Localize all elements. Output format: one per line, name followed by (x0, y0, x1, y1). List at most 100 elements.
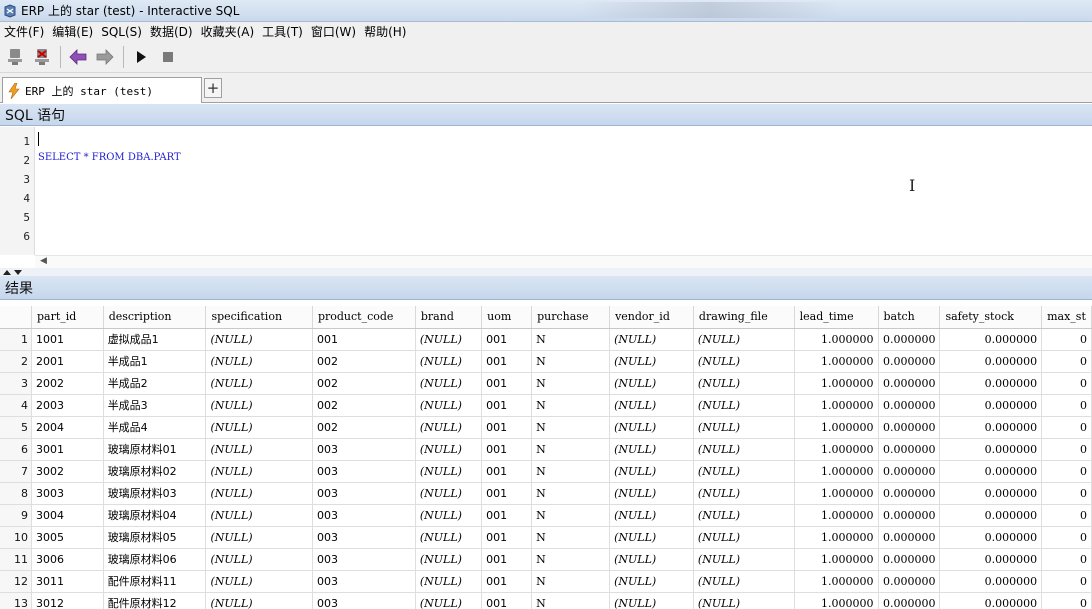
table-cell: (NULL) (609, 372, 694, 395)
menu-help[interactable]: 帮助(H) (360, 23, 410, 40)
table-cell: 0.000000 (939, 548, 1043, 571)
table-cell: (NULL) (415, 504, 483, 527)
column-header-brand[interactable]: brand (415, 306, 483, 329)
column-header-max-st[interactable]: max_st (1041, 306, 1092, 329)
table-cell: 002 (312, 394, 416, 417)
table-row[interactable]: 8 3003 玻璃原材料03 (NULL) 003 (NULL) 001 N (NULL) (NU… (0, 482, 1092, 505)
table-cell: 003 (312, 482, 416, 505)
back-button[interactable] (67, 46, 89, 68)
forward-button[interactable] (94, 46, 116, 68)
table-cell: (NULL) (205, 482, 313, 505)
sql-editor[interactable]: 1 2 3 4 5 6 SELECT * FROM DBA.PART (0, 127, 1092, 255)
execute-button[interactable] (130, 46, 152, 68)
table-row[interactable]: 1 1001 虚拟成品1 (NULL) 001 (NULL) 001 N (NULL) (NULL… (0, 328, 1092, 351)
menu-edit[interactable]: 编辑(E) (48, 23, 97, 40)
table-cell: 0.000000 (878, 328, 941, 351)
menu-favorites[interactable]: 收藏夹(A) (197, 23, 259, 40)
row-number-cell[interactable]: 9 (0, 504, 32, 527)
table-row[interactable]: 2 2001 半成品1 (NULL) 002 (NULL) 001 N (NULL) (NULL)… (0, 350, 1092, 373)
row-number-cell[interactable]: 10 (0, 526, 32, 549)
table-cell: (NULL) (609, 482, 694, 505)
row-number-cell[interactable]: 7 (0, 460, 32, 483)
results-grid[interactable]: part_id description specification product_c… (0, 306, 1092, 609)
table-cell: (NULL) (693, 328, 795, 351)
column-header-lead-time[interactable]: lead_time (794, 306, 879, 329)
row-number-cell[interactable]: 13 (0, 592, 32, 609)
table-cell: (NULL) (415, 438, 483, 461)
stop-button[interactable] (157, 46, 179, 68)
table-cell: 3004 (31, 504, 104, 527)
table-row[interactable]: 5 2004 半成品4 (NULL) 002 (NULL) 001 N (NULL) (NULL)… (0, 416, 1092, 439)
panel-splitter[interactable] (0, 268, 1092, 276)
table-cell: 3002 (31, 460, 104, 483)
tab-connection[interactable]: ERP 上的 star (test) (2, 77, 202, 103)
table-cell: 003 (312, 570, 416, 593)
table-cell: 虚拟成品1 (103, 328, 207, 351)
table-cell: N (531, 460, 611, 483)
menu-sql[interactable]: SQL(S) (97, 25, 146, 39)
row-number-cell[interactable]: 6 (0, 438, 32, 461)
table-row[interactable]: 13 3012 配件原材料12 (NULL) 003 (NULL) 001 N (NULL) (N… (0, 592, 1092, 609)
column-header-part-id[interactable]: part_id (31, 306, 104, 329)
disconnect-button[interactable] (31, 46, 53, 68)
table-row[interactable]: 3 2002 半成品2 (NULL) 002 (NULL) 001 N (NULL) (NULL)… (0, 372, 1092, 395)
menu-file[interactable]: 文件(F) (0, 23, 48, 40)
text-caret (38, 132, 39, 146)
row-number-cell[interactable]: 5 (0, 416, 32, 439)
column-header-specification[interactable]: specification (205, 306, 313, 329)
lightning-icon (8, 82, 20, 99)
table-cell: 001 (312, 328, 416, 351)
table-cell: N (531, 592, 611, 609)
table-cell: 玻璃原材料05 (103, 526, 207, 549)
row-number-header[interactable] (0, 306, 32, 329)
column-header-uom[interactable]: uom (481, 306, 533, 329)
column-header-batch[interactable]: batch (878, 306, 941, 329)
sql-panel-header: SQL 语句 (0, 104, 1092, 126)
row-number-cell[interactable]: 1 (0, 328, 32, 351)
table-cell: 半成品2 (103, 372, 207, 395)
table-row[interactable]: 12 3011 配件原材料11 (NULL) 003 (NULL) 001 N (NULL) (N… (0, 570, 1092, 593)
menu-tools[interactable]: 工具(T) (258, 23, 307, 40)
column-header-drawing-file[interactable]: drawing_file (693, 306, 795, 329)
column-header-safety-stock[interactable]: safety_stock (939, 306, 1043, 329)
table-row[interactable]: 9 3004 玻璃原材料04 (NULL) 003 (NULL) 001 N (NULL) (NU… (0, 504, 1092, 527)
table-cell: 001 (481, 328, 533, 351)
row-number-cell[interactable]: 12 (0, 570, 32, 593)
table-row[interactable]: 4 2003 半成品3 (NULL) 002 (NULL) 001 N (NULL) (NULL)… (0, 394, 1092, 417)
table-cell: 1.000000 (794, 548, 879, 571)
table-cell: 1.000000 (794, 482, 879, 505)
connect-button[interactable] (4, 46, 26, 68)
table-row[interactable]: 11 3006 玻璃原材料06 (NULL) 003 (NULL) 001 N (NULL) (N… (0, 548, 1092, 571)
table-cell: 玻璃原材料02 (103, 460, 207, 483)
table-cell: (NULL) (693, 592, 795, 609)
table-row[interactable]: 10 3005 玻璃原材料05 (NULL) 003 (NULL) 001 N (NULL) (N… (0, 526, 1092, 549)
table-cell: 0.000000 (939, 460, 1043, 483)
table-cell: 玻璃原材料06 (103, 548, 207, 571)
scroll-left-icon[interactable]: ◀ (40, 256, 47, 266)
column-header-purchase[interactable]: purchase (531, 306, 611, 329)
column-header-product-code[interactable]: product_code (312, 306, 416, 329)
row-number-cell[interactable]: 11 (0, 548, 32, 571)
row-number-cell[interactable]: 2 (0, 350, 32, 373)
column-header-vendor-id[interactable]: vendor_id (609, 306, 694, 329)
editor-horizontal-scrollbar[interactable]: ◀ (35, 255, 1092, 268)
row-number-cell[interactable]: 8 (0, 482, 32, 505)
blurred-region (580, 2, 840, 18)
table-cell: (NULL) (693, 482, 795, 505)
table-row[interactable]: 7 3002 玻璃原材料02 (NULL) 003 (NULL) 001 N (NULL) (NU… (0, 460, 1092, 483)
tab-strip: ERP 上的 star (test) + (0, 73, 1092, 103)
row-number-cell[interactable]: 4 (0, 394, 32, 417)
table-cell: (NULL) (609, 438, 694, 461)
add-tab-button[interactable]: + (204, 78, 222, 98)
forward-icon (96, 48, 114, 65)
menu-window[interactable]: 窗口(W) (307, 23, 360, 40)
column-header-description[interactable]: description (103, 306, 207, 329)
table-cell: (NULL) (609, 416, 694, 439)
menu-data[interactable]: 数据(D) (146, 23, 197, 40)
table-cell: (NULL) (609, 526, 694, 549)
line-number: 3 (23, 173, 30, 186)
row-number-cell[interactable]: 3 (0, 372, 32, 395)
table-row[interactable]: 6 3001 玻璃原材料01 (NULL) 003 (NULL) 001 N (NULL) (NU… (0, 438, 1092, 461)
toolbar-separator (60, 45, 61, 68)
stop-icon (163, 51, 173, 62)
